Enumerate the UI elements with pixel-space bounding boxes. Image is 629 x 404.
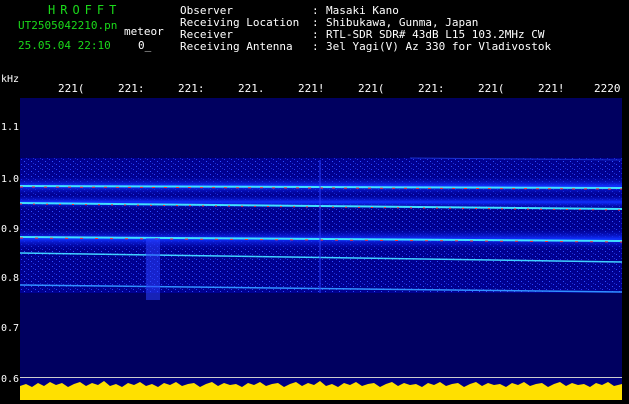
colon: : (312, 40, 319, 53)
spectrogram (20, 98, 622, 388)
x-tick: 221: (178, 82, 205, 95)
app-title: HROFFT (48, 3, 122, 17)
x-tick: 221( (58, 82, 85, 95)
header: HROFFT UT2505042210.pn meteor 25.05.04 2… (0, 0, 629, 80)
y-tick: 1.1 (1, 122, 20, 133)
amplitude-graph (20, 381, 622, 400)
y-tick: 1.0 (1, 174, 20, 185)
right-margin (622, 98, 629, 400)
file-type: meteor (124, 25, 164, 38)
x-tick: 221! (298, 82, 325, 95)
date-time: 25.05.04 22:10 (18, 39, 111, 52)
time-axis: 221( 221: 221: 221. 221! 221( 221: 221( … (0, 80, 629, 98)
x-tick: 221. (238, 82, 265, 95)
amplitude-strip (20, 378, 622, 400)
antenna-label: Receiving Antenna (180, 40, 293, 53)
x-tick: 221( (358, 82, 385, 95)
y-tick: 0.9 (1, 224, 20, 235)
x-tick: 221( (478, 82, 505, 95)
y-tick: 0.7 (1, 323, 20, 334)
status-flag: 0_ (138, 39, 152, 52)
x-tick: 2220 (594, 82, 621, 95)
x-tick: 221: (118, 82, 145, 95)
file-name: UT2505042210.pn (18, 19, 118, 32)
x-tick: 221! (538, 82, 565, 95)
frequency-axis: 1.1 1.0 0.9 0.8 0.7 0.6 (0, 98, 20, 400)
antenna-value: 3el Yagi(V) Az 330 for Vladivostok (326, 40, 552, 53)
spectrogram-canvas (20, 157, 622, 300)
meteor-echo (146, 238, 160, 300)
x-tick: 221: (418, 82, 445, 95)
y-tick: 0.8 (1, 273, 20, 284)
y-tick: 0.6 (1, 374, 20, 385)
